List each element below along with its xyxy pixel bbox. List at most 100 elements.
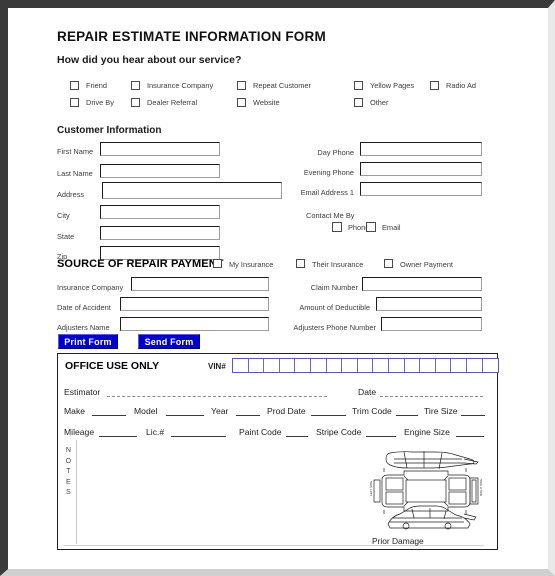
vin-cell[interactable] [373, 359, 389, 372]
print-form-button[interactable]: Print Form [58, 334, 118, 349]
vin-cell[interactable] [327, 359, 343, 372]
checkbox-friend[interactable] [70, 81, 79, 90]
checkbox-insurance-company[interactable] [131, 81, 140, 90]
input-date-of-accident[interactable] [120, 297, 269, 311]
checkbox-radio-ad[interactable] [430, 81, 439, 90]
notes-letter: S [66, 489, 71, 496]
checkbox-label-their-insurance: Their Insurance [312, 260, 364, 269]
checkbox-yellow-pages[interactable] [354, 81, 363, 90]
checkbox-other[interactable] [354, 98, 363, 107]
vin-cell[interactable] [467, 359, 483, 372]
checkbox-their-insurance[interactable] [296, 259, 305, 268]
notes-divider [76, 440, 77, 544]
input-last-name[interactable] [100, 164, 220, 178]
office-line-paint-code[interactable] [286, 436, 308, 437]
office-line-prod-date[interactable] [311, 415, 346, 416]
send-form-button[interactable]: Send Form [138, 334, 200, 349]
office-label-model: Model [134, 406, 158, 416]
vin-label: VIN# [208, 362, 226, 371]
input-amount-of-deductible[interactable] [376, 297, 482, 311]
checkbox-dealer-referral[interactable] [131, 98, 140, 107]
svg-text:LEFT SIDE: LEFT SIDE [369, 481, 373, 496]
form-sheet: REPAIR ESTIMATE INFORMATION FORM How did… [0, 0, 555, 576]
input-email-address-1[interactable] [360, 182, 482, 196]
label-email-address-1: Email Address 1 [300, 188, 354, 197]
label-state: State [57, 232, 75, 241]
office-label-prod-date: Prod Date [267, 406, 306, 416]
checkbox-website[interactable] [237, 98, 246, 107]
office-line-mileage[interactable] [99, 436, 137, 437]
vin-cell[interactable] [436, 359, 452, 372]
office-label-engine-size: Engine Size [404, 427, 450, 437]
office-line-engine-size[interactable] [456, 436, 484, 437]
input-city[interactable] [100, 205, 220, 219]
payment-section-title: SOURCE OF REPAIR PAYMENT [57, 258, 224, 270]
vin-cell[interactable] [389, 359, 405, 372]
checkbox-my-insurance[interactable] [213, 259, 222, 268]
input-evening-phone[interactable] [360, 162, 482, 176]
office-label-estimator: Estimator [64, 387, 101, 397]
vin-cell[interactable] [295, 359, 311, 372]
input-insurance-company[interactable] [131, 277, 269, 291]
office-line-make[interactable] [92, 415, 126, 416]
vehicle-damage-diagram[interactable]: LEFT SIDE RIGHT SIDE [368, 450, 486, 532]
office-line-trim-code[interactable] [396, 415, 418, 416]
office-label-trim-code: Trim Code [352, 406, 392, 416]
office-line-model[interactable] [166, 415, 204, 416]
checkbox-label-contact-email: Email [382, 223, 401, 232]
vin-input-grid[interactable] [232, 358, 500, 373]
label-contact-me-by: Contact Me By [306, 211, 355, 220]
vin-cell[interactable] [420, 359, 436, 372]
vin-cell[interactable] [249, 359, 265, 372]
label-date-of-accident: Date of Accident [57, 303, 111, 312]
notes-letter: E [66, 478, 71, 486]
vin-cell[interactable] [358, 359, 374, 372]
vin-cell[interactable] [233, 359, 249, 372]
vin-cell[interactable] [483, 359, 499, 372]
office-line-tire-size[interactable] [461, 415, 485, 416]
input-claim-number[interactable] [362, 277, 482, 291]
office-label-stripe-code: Stripe Code [316, 427, 362, 437]
office-label-lic: Lic.# [146, 427, 165, 437]
notes-label: NOTES [64, 446, 73, 499]
input-address[interactable] [102, 182, 282, 199]
customer-section-title: Customer Information [57, 125, 162, 136]
vin-cell[interactable] [264, 359, 280, 372]
checkbox-label-dealer-referral: Dealer Referral [147, 98, 198, 107]
label-address: Address [57, 190, 85, 199]
office-label-year: Year [211, 406, 229, 416]
checkbox-owner-payment[interactable] [384, 259, 393, 268]
input-adjusters-name[interactable] [120, 317, 269, 331]
input-day-phone[interactable] [360, 142, 482, 156]
checkbox-label-website: Website [253, 98, 280, 107]
checkbox-drive-by[interactable] [70, 98, 79, 107]
label-insurance-company: Insurance Company [57, 283, 124, 292]
vin-cell[interactable] [405, 359, 421, 372]
label-day-phone: Day Phone [317, 148, 354, 157]
checkbox-contact-phone[interactable] [332, 222, 342, 232]
office-line-estimator[interactable] [107, 396, 327, 397]
office-label-date: Date [358, 387, 377, 397]
checkbox-label-repeat-customer: Repeat Customer [253, 81, 311, 90]
vin-cell[interactable] [280, 359, 296, 372]
checkbox-label-insurance-company: Insurance Company [147, 81, 214, 90]
vin-cell[interactable] [311, 359, 327, 372]
office-line-year[interactable] [236, 415, 260, 416]
vin-cell[interactable] [451, 359, 467, 372]
office-line-date[interactable] [380, 396, 483, 397]
office-line-stripe-code[interactable] [366, 436, 396, 437]
label-amount-of-deductible: Amount of Deductible [299, 303, 370, 312]
office-line-lic[interactable] [171, 436, 226, 437]
checkbox-label-other: Other [370, 98, 389, 107]
vin-cell[interactable] [342, 359, 358, 372]
referral-question: How did you hear about our service? [57, 54, 242, 66]
page-title: REPAIR ESTIMATE INFORMATION FORM [57, 29, 326, 44]
checkbox-label-yellow-pages: Yellow Pages [370, 81, 415, 90]
checkbox-contact-email[interactable] [366, 222, 376, 232]
label-city: City [57, 211, 70, 220]
input-first-name[interactable] [100, 142, 220, 156]
input-state[interactable] [100, 226, 220, 240]
input-adjusters-phone-number[interactable] [381, 317, 482, 331]
checkbox-repeat-customer[interactable] [237, 81, 246, 90]
label-evening-phone: Evening Phone [303, 168, 354, 177]
